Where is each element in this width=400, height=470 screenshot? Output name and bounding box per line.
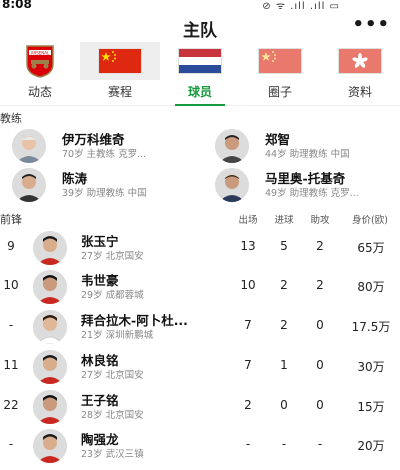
player-goals: -	[281, 437, 287, 451]
player-goals: 1	[280, 358, 288, 372]
avatar	[12, 168, 46, 202]
coach-info: 49岁 助理教练 克罗...	[265, 188, 359, 199]
forwards-section-label: 前锋	[0, 213, 22, 226]
player-assists: -	[317, 437, 323, 451]
player-assists: 0	[316, 398, 324, 412]
player-apps: 13	[240, 239, 256, 253]
player-apps: -	[245, 437, 251, 451]
status-bar: 8:08 ⊘ ᯤ .ıll .ıll ▭	[0, 0, 400, 14]
coach-card[interactable]: 郑智 44岁 助理教练 中国	[215, 129, 400, 163]
coach-card[interactable]: 马里奥-托基奇 49岁 助理教练 克罗...	[215, 168, 400, 202]
player-assists: 2	[316, 278, 324, 292]
player-value: 17.5万	[351, 320, 391, 334]
player-goals: 2	[280, 318, 288, 332]
player-value: 65万	[357, 241, 385, 255]
header: 主队 •••	[0, 14, 400, 42]
player-apps: 10	[240, 278, 256, 292]
player-info: 28岁 北京国安	[81, 410, 144, 421]
china-flag-icon	[259, 49, 301, 73]
player-number: 11	[3, 358, 19, 372]
china-flag-icon	[99, 49, 141, 73]
player-apps: 2	[244, 398, 252, 412]
avatar	[33, 270, 67, 304]
avatar	[33, 350, 67, 384]
player-info: 27岁 北京国安	[81, 251, 144, 262]
arsenal-crest-icon: ARSENAL	[26, 45, 54, 78]
team-selector: ARSENAL	[0, 42, 400, 80]
coach-card[interactable]: 陈涛 39岁 助理教练 中国	[12, 168, 202, 202]
player-value: 20万	[357, 439, 385, 453]
player-number: 9	[7, 239, 15, 253]
avatar	[12, 129, 46, 163]
player-number: -	[8, 437, 14, 451]
column-apps: 出场	[238, 215, 258, 226]
player-value: 15万	[357, 400, 385, 414]
avatar	[215, 129, 249, 163]
team-netherlands[interactable]	[160, 42, 240, 80]
avatar	[33, 310, 67, 344]
status-time: 8:08	[2, 0, 32, 11]
avatar	[33, 390, 67, 424]
coach-info: 39岁 助理教练 中国	[62, 188, 147, 199]
svg-text:ARSENAL: ARSENAL	[31, 50, 50, 55]
player-goals: 2	[280, 278, 288, 292]
netherlands-flag-icon	[179, 49, 221, 73]
player-number: 10	[3, 278, 19, 292]
tab-news[interactable]: 动态	[0, 83, 80, 100]
tab-circle[interactable]: 圈子	[240, 83, 320, 100]
player-info: 29岁 成都蓉城	[81, 290, 144, 301]
tab-bar: 动态 赛程 球员 圈子 资料	[0, 80, 400, 106]
column-value: 身价(欧)	[352, 215, 388, 226]
player-number: 22	[3, 398, 19, 412]
player-row[interactable]: 10 韦世豪 29岁 成都蓉城 10 2 2 80万	[0, 270, 400, 309]
hongkong-flag-icon	[339, 49, 381, 73]
player-assists: 2	[316, 239, 324, 253]
avatar	[33, 231, 67, 265]
page-title: 主队	[183, 21, 217, 41]
player-info: 21岁 深圳新鹏城	[81, 330, 154, 341]
player-assists: 0	[316, 318, 324, 332]
player-goals: 5	[280, 239, 288, 253]
signal-icons: ⊘ ᯤ .ıll .ıll ▭	[262, 1, 340, 12]
coach-info: 44岁 助理教练 中国	[265, 149, 350, 160]
player-number: -	[8, 318, 14, 332]
player-value: 80万	[357, 280, 385, 294]
player-info: 23岁 武汉三镇	[81, 449, 144, 460]
player-value: 30万	[357, 360, 385, 374]
player-apps: 7	[244, 318, 252, 332]
column-assists: 助攻	[310, 215, 330, 226]
avatar	[33, 429, 67, 463]
team-hongkong[interactable]	[320, 42, 400, 80]
team-arsenal[interactable]: ARSENAL	[0, 42, 80, 80]
player-row[interactable]: - 拜合拉木-阿卜杜... 21岁 深圳新鹏城 7 2 0 17.5万	[0, 310, 400, 349]
player-row[interactable]: 11 林良铭 27岁 北京国安 7 1 0 30万	[0, 350, 400, 389]
active-tab-indicator	[175, 104, 225, 106]
column-goals: 进球	[274, 215, 294, 226]
player-row[interactable]: 22 王子铭 28岁 北京国安 2 0 0 15万	[0, 390, 400, 429]
tab-players[interactable]: 球员	[160, 83, 240, 100]
player-goals: 0	[280, 398, 288, 412]
team-china[interactable]	[80, 42, 160, 80]
coaches-section-label: 教练	[0, 112, 22, 125]
player-assists: 0	[316, 358, 324, 372]
player-row[interactable]: - 陶强龙 23岁 武汉三镇 - - - 20万	[0, 429, 400, 468]
player-info: 27岁 北京国安	[81, 370, 144, 381]
coach-card[interactable]: 伊万科维奇 70岁 主教练 克罗...	[12, 129, 202, 163]
player-row[interactable]: 9 张玉宁 27岁 北京国安 13 5 2 65万	[0, 231, 400, 270]
more-menu-button[interactable]: •••	[352, 14, 390, 35]
tab-schedule[interactable]: 赛程	[80, 83, 160, 100]
player-apps: 7	[244, 358, 252, 372]
coach-info: 70岁 主教练 克罗...	[62, 149, 147, 160]
team-china-2[interactable]	[240, 42, 320, 80]
tab-info[interactable]: 资料	[320, 83, 400, 100]
avatar	[215, 168, 249, 202]
